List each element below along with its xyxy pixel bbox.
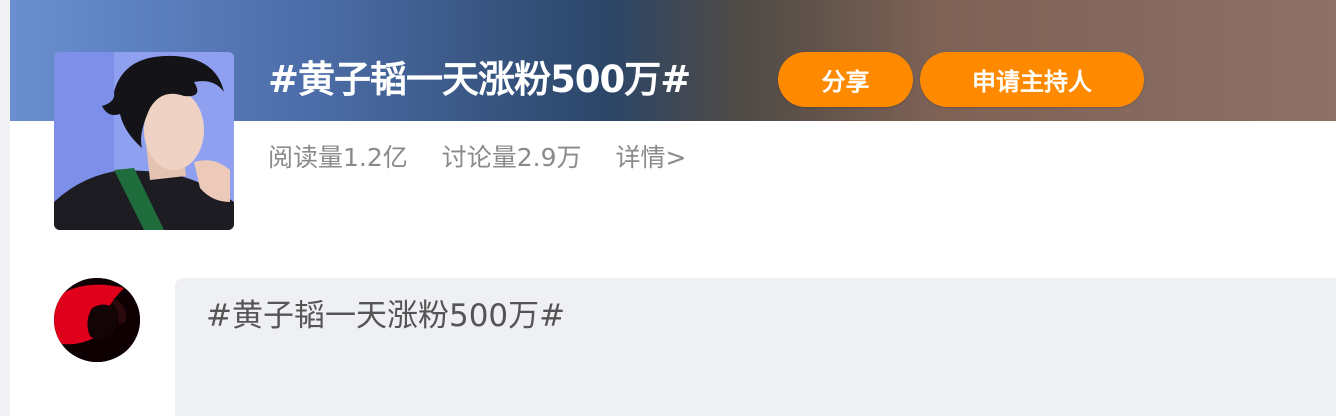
read-count: 阅读量1.2亿 [268, 143, 408, 172]
apply-host-button[interactable]: 申请主持人 [920, 52, 1144, 107]
topic-stats: 阅读量1.2亿 讨论量2.9万 详情> [268, 140, 720, 176]
discuss-count: 讨论量2.9万 [441, 143, 582, 172]
share-button[interactable]: 分享 [778, 52, 913, 107]
user-avatar[interactable] [54, 278, 140, 362]
details-link[interactable]: 详情> [616, 140, 687, 176]
topic-title: #黄子韬一天涨粉500万# [268, 58, 691, 101]
topic-cover-image [54, 52, 234, 230]
compose-input-text[interactable]: #黄子韬一天涨粉500万# [206, 296, 565, 336]
compose-box[interactable]: #黄子韬一天涨粉500万# [175, 278, 1336, 416]
topic-card: #黄子韬一天涨粉500万# 分享 申请主持人 阅读量1.2亿 讨论量2.9万 详… [10, 0, 1336, 416]
